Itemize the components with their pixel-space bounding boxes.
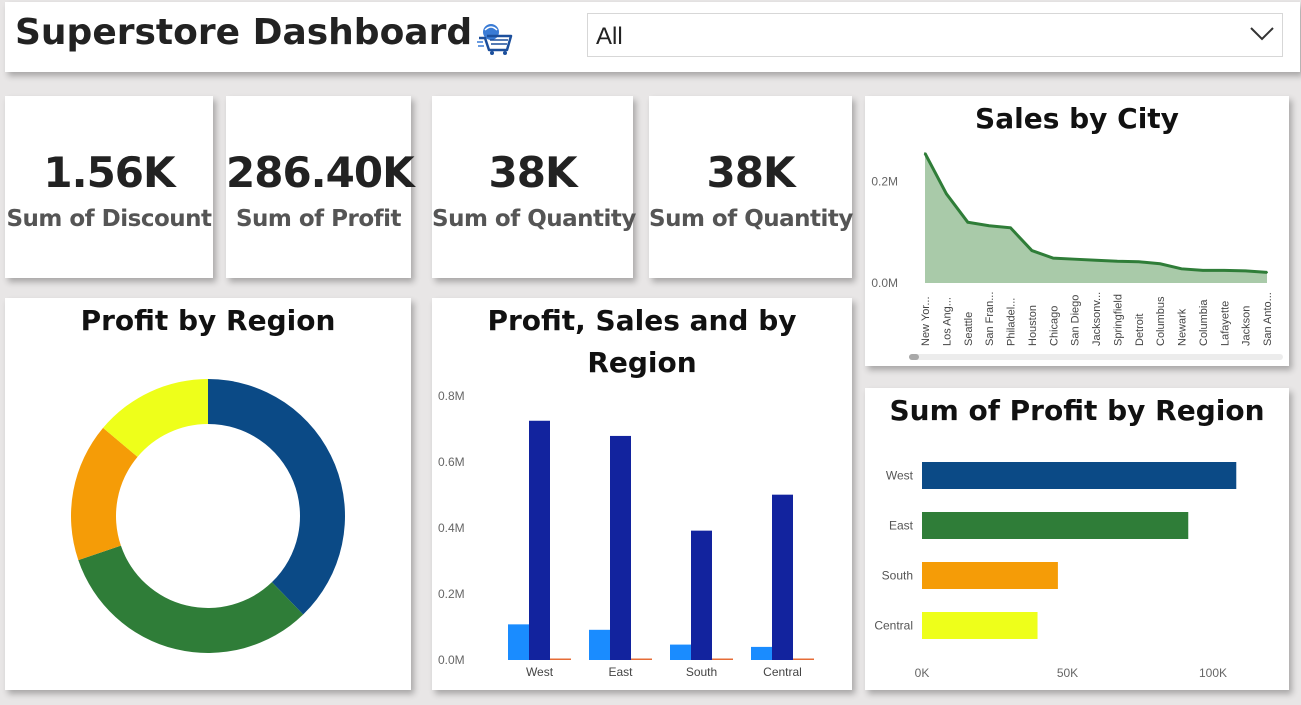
kpi-label: Sum of Quantity <box>432 206 636 232</box>
data-point <box>1052 257 1055 260</box>
data-point <box>1201 269 1204 272</box>
bar-west-series2 <box>529 420 550 660</box>
sales-by-city-chart[interactable]: 0.0M 0.2M New Yor... Los Ang... Seattle San F… <box>865 96 1289 366</box>
hbar-south <box>922 562 1058 589</box>
x-tick-label: San Anto... <box>1262 292 1274 346</box>
bar-south-series3 <box>712 658 733 660</box>
donut-slice-east <box>78 545 304 653</box>
sum-profit-by-region-chart[interactable]: West East South Central 0K 50K 100K <box>865 388 1289 690</box>
data-point <box>1223 269 1226 272</box>
x-tick-label: Springfield <box>1112 294 1124 346</box>
scrollbar-thumb <box>909 354 919 360</box>
y-tick-label: West <box>886 469 914 483</box>
kpi-value: 38K <box>706 148 796 197</box>
x-tick-label: San Fran... <box>984 292 996 346</box>
x-tick-label: East <box>608 665 633 679</box>
shopping-cart-icon <box>477 18 515 56</box>
x-tick-label: Columbia <box>1198 299 1210 346</box>
x-tick-label: Newark <box>1177 308 1189 346</box>
bar-east-series1 <box>589 629 610 660</box>
x-tick-label: Seattle <box>963 312 975 346</box>
data-point <box>1244 269 1247 272</box>
data-point <box>945 192 948 195</box>
bar-west-series3 <box>550 658 571 660</box>
x-tick-label: San Diego <box>1070 295 1082 346</box>
scrollbar-track <box>909 354 1283 360</box>
region-filter-dropdown[interactable]: All <box>587 13 1283 57</box>
data-point <box>966 221 969 224</box>
y-tick-label: 0.2M <box>871 175 898 189</box>
x-tick-label: Chicago <box>1048 306 1060 346</box>
x-tick-label: 50K <box>1057 666 1078 680</box>
x-tick-label: Detroit <box>1134 314 1146 346</box>
kpi-label: Sum of Profit <box>235 206 402 232</box>
x-tick-label: Los Ang... <box>941 297 953 346</box>
kpi-card-quantity: 38K Sum of Quantity <box>432 96 636 278</box>
x-tick-label: Jacksonv... <box>1091 292 1103 346</box>
sales-by-city-card[interactable]: Sales by City 0.0M 0.2M New Yor... Los Ang.… <box>865 96 1289 366</box>
y-tick-label: East <box>889 519 914 533</box>
data-point <box>1180 267 1183 270</box>
bar-south-series1 <box>670 644 691 660</box>
hbar-central <box>922 612 1038 639</box>
header-bar: Superstore Dashboard All <box>5 2 1300 72</box>
kpi-card-discount: 1.56K Sum of Discount <box>5 96 213 278</box>
x-tick-label: Philadel... <box>1006 298 1018 346</box>
y-tick-label: South <box>882 569 913 583</box>
data-point <box>1095 259 1097 262</box>
bar-east-series3 <box>631 658 652 660</box>
data-point <box>1266 271 1268 274</box>
x-tick-label: 100K <box>1199 666 1227 680</box>
y-tick-label: 0.4M <box>438 521 465 535</box>
profit-by-region-donut[interactable] <box>5 298 411 690</box>
hbar-east <box>922 512 1189 539</box>
kpi-value: 286.40K <box>226 148 415 197</box>
y-tick-label: 0.8M <box>438 389 465 403</box>
x-tick-label: Central <box>763 665 802 679</box>
sum-profit-by-region-card[interactable]: Sum of Profit by Region West East South Cen… <box>865 388 1289 690</box>
kpi-label: Sum of Discount <box>6 206 212 232</box>
data-point <box>1009 226 1012 229</box>
kpi-card-profit: 286.40K Sum of Profit <box>226 96 415 278</box>
chevron-down-icon[interactable] <box>1250 26 1274 42</box>
kpi-value: 1.56K <box>43 148 175 197</box>
bar-central-series3 <box>793 658 814 660</box>
y-tick-label: 0.6M <box>438 455 465 469</box>
area-fill <box>925 153 1267 283</box>
kpi-value: 38K <box>488 148 578 197</box>
x-tick-label: South <box>686 665 717 679</box>
hbar-west <box>922 462 1237 489</box>
y-tick-label: 0.0M <box>871 276 898 290</box>
data-point <box>988 224 991 227</box>
bar-central-series1 <box>751 646 772 660</box>
x-tick-label: 0K <box>915 666 930 680</box>
data-point <box>1116 260 1119 263</box>
filter-selected-value: All <box>596 23 623 50</box>
data-point <box>1073 258 1076 261</box>
x-tick-label: New Yor... <box>920 296 932 346</box>
page-title: Superstore Dashboard <box>15 12 473 53</box>
profit-sales-by-region-card[interactable]: Profit, Sales and by Region 0.0M 0.2M 0.4M… <box>432 298 852 690</box>
data-point <box>924 152 926 155</box>
bar-west-series1 <box>508 624 529 660</box>
bar-central-series2 <box>772 494 793 660</box>
bar-south-series2 <box>691 530 712 660</box>
x-tick-label: West <box>526 665 554 679</box>
y-tick-label: Central <box>874 619 913 633</box>
x-tick-label: Jackson <box>1241 306 1253 346</box>
y-tick-label: 0.0M <box>438 653 465 667</box>
kpi-card-quantity-2: 38K Sum of Quantity <box>649 96 853 278</box>
profit-sales-by-region-chart[interactable]: 0.0M 0.2M 0.4M 0.6M 0.8M West East South Central <box>432 298 852 690</box>
x-tick-label: Columbus <box>1155 296 1167 346</box>
data-point <box>1159 262 1162 265</box>
y-tick-label: 0.2M <box>438 587 465 601</box>
bar-east-series2 <box>610 435 631 660</box>
x-tick-label: Houston <box>1027 305 1039 346</box>
data-point <box>1030 249 1033 252</box>
x-tick-label: Lafayette <box>1219 301 1231 346</box>
profit-by-region-card[interactable]: Profit by Region <box>5 298 411 690</box>
donut-slice-west <box>208 379 346 615</box>
data-point <box>1137 260 1140 263</box>
kpi-label: Sum of Quantity <box>649 206 853 232</box>
